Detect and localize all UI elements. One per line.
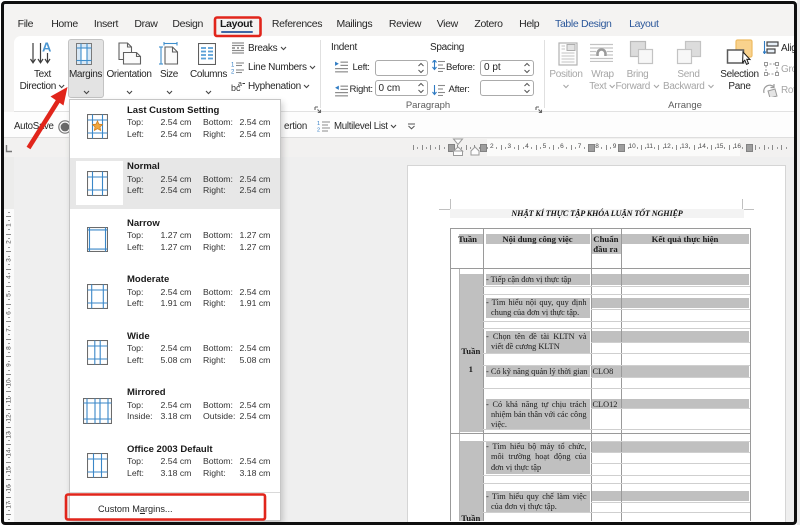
svg-text:a: a [238,81,242,88]
svg-text:2: 2 [231,70,235,75]
svg-text:2: 2 [317,128,320,133]
svg-text:A: A [42,40,52,55]
svg-text:1: 1 [317,121,320,127]
svg-text:1: 1 [231,63,235,69]
